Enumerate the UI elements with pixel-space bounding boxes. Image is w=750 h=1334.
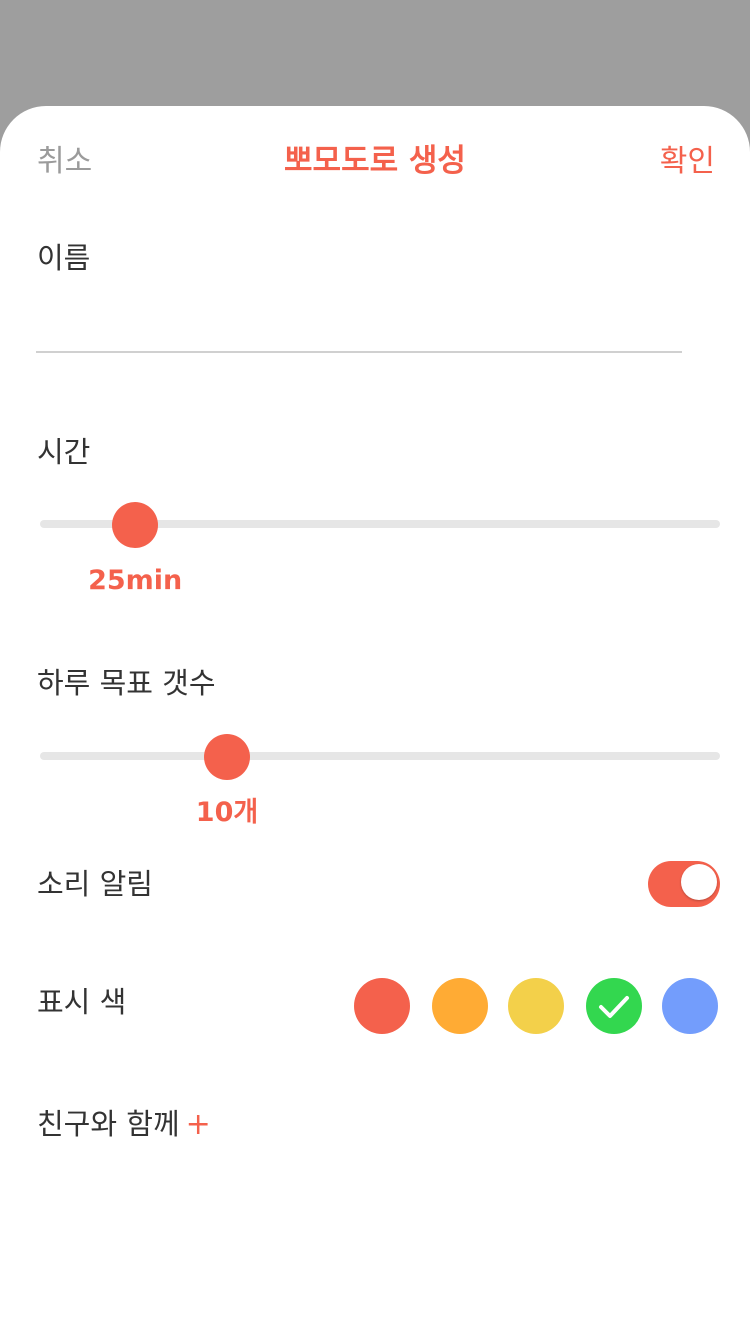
color-swatch-green[interactable] xyxy=(586,978,642,1034)
name-label: 이름 xyxy=(37,241,91,275)
color-swatch-red[interactable] xyxy=(354,978,410,1034)
goal-slider-thumb[interactable] xyxy=(204,734,250,780)
sheet-title: 뽀모도로 생성 xyxy=(284,143,466,179)
time-label: 시간 xyxy=(37,435,91,469)
goal-slider-track[interactable] xyxy=(40,752,720,760)
sound-alarm-label: 소리 알림 xyxy=(37,867,153,901)
sound-alarm-toggle[interactable] xyxy=(648,861,720,907)
daily-goal-label: 하루 목표 갯수 xyxy=(37,666,216,700)
bottom-sheet: 취소 뽀모도로 생성 확인 이름 시간 25min 하루 목표 갯수 10개 소… xyxy=(0,106,750,1334)
name-input-underline xyxy=(36,351,682,353)
check-icon xyxy=(599,996,629,1018)
color-swatch-orange[interactable] xyxy=(432,978,488,1034)
friends-label: 친구와 함께 xyxy=(37,1107,180,1141)
time-slider-thumb[interactable] xyxy=(112,502,159,548)
toggle-knob xyxy=(681,864,717,900)
display-color-label: 표시 색 xyxy=(37,985,127,1019)
friends-row[interactable]: 친구와 함께 + xyxy=(37,1104,211,1145)
add-friend-icon[interactable]: + xyxy=(186,1107,211,1142)
time-value-label: 25min xyxy=(88,565,183,596)
name-input[interactable] xyxy=(36,296,682,346)
color-swatch-yellow[interactable] xyxy=(508,978,564,1034)
confirm-button[interactable]: 확인 xyxy=(660,142,715,182)
color-swatch-blue[interactable] xyxy=(662,978,718,1034)
goal-value-label: 10개 xyxy=(195,797,259,828)
